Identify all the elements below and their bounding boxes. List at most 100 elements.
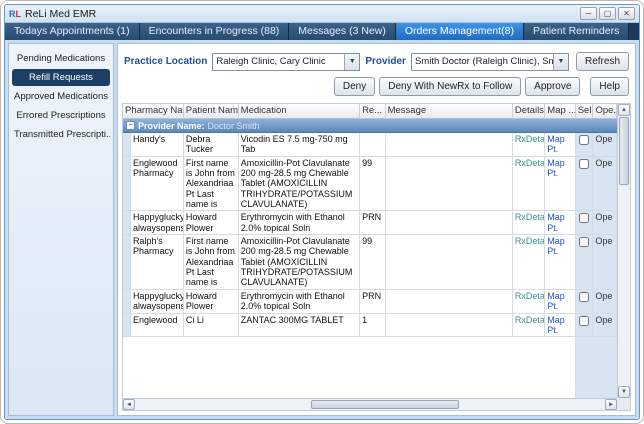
select-checkbox[interactable] bbox=[579, 315, 590, 326]
row-indent bbox=[123, 289, 131, 314]
help-button[interactable]: Help bbox=[590, 77, 629, 96]
cell-medication: Amoxicillin-Pot Clavulanate 200 mg-28.5 … bbox=[238, 156, 361, 212]
cell-pharmacy: Handy's bbox=[130, 133, 184, 157]
window-controls: ─ ▢ ✕ bbox=[580, 7, 635, 20]
select-checkbox[interactable] bbox=[579, 213, 590, 224]
table-row[interactable]: Englewood Ci Li ZANTAC 300MG TABLET 1 Rx… bbox=[123, 313, 617, 338]
cell-medication: Vicodin ES 7.5 mg-750 mg Tab bbox=[238, 133, 361, 157]
table-row[interactable]: Englewood Pharmacy First name is John fr… bbox=[123, 156, 617, 212]
sidebar: Pending Medications Refill Requests Appr… bbox=[8, 43, 114, 416]
open-link[interactable]: Ope bbox=[593, 313, 617, 338]
collapse-icon[interactable]: − bbox=[126, 121, 135, 130]
map-pt-link[interactable]: Map Pt. bbox=[545, 313, 576, 338]
tab-orders-management[interactable]: Orders Management(8) bbox=[395, 23, 524, 40]
column-header-map[interactable]: Map ... bbox=[545, 104, 576, 119]
scroll-up-icon[interactable]: ▲ bbox=[618, 104, 630, 116]
cell-select bbox=[575, 235, 594, 290]
select-checkbox[interactable] bbox=[579, 158, 590, 169]
cell-patient: First name is John from Alexandriaa Pt L… bbox=[183, 156, 239, 212]
scroll-right-icon[interactable]: ► bbox=[605, 399, 617, 410]
action-row: Deny Deny With NewRx to Follow Approve H… bbox=[124, 77, 629, 96]
row-indent bbox=[123, 211, 131, 236]
main-panel: Practice Location Raleigh Clinic, Cary C… bbox=[117, 43, 636, 416]
sidebar-item-refill-requests[interactable]: Refill Requests bbox=[12, 69, 110, 86]
vertical-scroll-thumb[interactable] bbox=[619, 117, 629, 185]
sidebar-item-pending-medications[interactable]: Pending Medications bbox=[12, 50, 110, 67]
column-header-medication[interactable]: Medication bbox=[238, 104, 361, 119]
horizontal-scroll-thumb[interactable] bbox=[310, 400, 459, 409]
open-link[interactable]: Ope bbox=[593, 156, 617, 212]
column-header-pharmacy-name[interactable]: Pharmacy Name bbox=[123, 104, 184, 119]
rxdetails-link[interactable]: RxDetails bbox=[512, 211, 546, 236]
tab-messages[interactable]: Messages (3 New) bbox=[289, 23, 396, 40]
screenshot-frame: RL ReLi Med EMR ─ ▢ ✕ Todays Appointment… bbox=[0, 0, 644, 424]
column-header-details[interactable]: Details bbox=[512, 104, 546, 119]
cell-patient: Howard Plower bbox=[183, 289, 239, 314]
column-header-sel[interactable]: Sel bbox=[575, 104, 594, 119]
scroll-down-icon[interactable]: ▼ bbox=[618, 386, 630, 398]
rxdetails-link[interactable]: RxDetails bbox=[512, 156, 546, 212]
table-row[interactable]: Happyglucky alwaysopens Howard Plower Er… bbox=[123, 211, 617, 236]
sidebar-item-errored-prescriptions[interactable]: Errored Prescriptions bbox=[12, 107, 110, 124]
open-link[interactable]: Ope bbox=[593, 289, 617, 314]
open-link[interactable]: Ope bbox=[593, 235, 617, 290]
cell-medication: Erythromycin with Ethanol 2.0% topical S… bbox=[238, 211, 361, 236]
cell-refills: 1 bbox=[360, 313, 386, 338]
rxdetails-link[interactable]: RxDetails bbox=[512, 235, 546, 290]
rxdetails-link[interactable]: RxDetails bbox=[512, 133, 546, 157]
map-pt-link[interactable]: Map Pt. bbox=[545, 235, 576, 290]
practice-location-select[interactable]: Raleigh Clinic, Cary Clinic ▼ bbox=[212, 52, 361, 71]
column-header-message[interactable]: Message bbox=[385, 104, 513, 119]
rxdetails-link[interactable]: RxDetails bbox=[512, 313, 546, 338]
horizontal-scrollbar[interactable]: ◄ ► bbox=[123, 398, 617, 410]
provider-group-row[interactable]: − Provider Name: Doctor Smith bbox=[123, 119, 617, 133]
table-row[interactable]: Happyglucky alwaysopens Howard Plower Er… bbox=[123, 289, 617, 314]
minimize-button[interactable]: ─ bbox=[580, 7, 597, 20]
tab-patient-reminders[interactable]: Patient Reminders bbox=[523, 23, 630, 40]
sidebar-item-transmitted-prescriptions[interactable]: Transmitted Prescripti... bbox=[12, 126, 110, 143]
map-pt-link[interactable]: Map Pt. bbox=[545, 156, 576, 212]
vertical-scrollbar[interactable]: ▲ ▼ bbox=[617, 104, 630, 398]
rxdetails-link[interactable]: RxDetails bbox=[512, 289, 546, 314]
open-link[interactable]: Ope bbox=[593, 133, 617, 157]
row-indent bbox=[123, 156, 131, 212]
chevron-down-icon[interactable]: ▼ bbox=[552, 53, 568, 70]
open-link[interactable]: Ope bbox=[593, 211, 617, 236]
cell-refills: PRN bbox=[360, 211, 386, 236]
deny-with-newrx-button[interactable]: Deny With NewRx to Follow bbox=[379, 77, 522, 96]
column-header-patient-name[interactable]: Patient Name bbox=[183, 104, 239, 119]
chevron-down-icon[interactable]: ▼ bbox=[344, 53, 360, 70]
select-checkbox[interactable] bbox=[579, 291, 590, 302]
approve-button[interactable]: Approve bbox=[525, 77, 581, 96]
window-title: ReLi Med EMR bbox=[25, 7, 97, 20]
sidebar-item-approved-medications[interactable]: Approved Medications bbox=[12, 88, 110, 105]
table-row[interactable]: Handy's Debra Tucker Vicodin ES 7.5 mg-7… bbox=[123, 133, 617, 157]
cell-select bbox=[575, 133, 594, 157]
cell-pharmacy: Englewood Pharmacy bbox=[130, 156, 184, 212]
map-pt-link[interactable]: Map Pt. bbox=[545, 133, 576, 157]
cell-select bbox=[575, 156, 594, 212]
map-pt-link[interactable]: Map Pt. bbox=[545, 211, 576, 236]
deny-button[interactable]: Deny bbox=[333, 77, 376, 96]
refill-requests-grid: Pharmacy Name Patient Name Medication Re… bbox=[122, 103, 631, 411]
tab-todays-appointments[interactable]: Todays Appointments (1) bbox=[5, 23, 140, 40]
cell-refills: 99 bbox=[360, 235, 386, 290]
filter-row: Practice Location Raleigh Clinic, Cary C… bbox=[124, 52, 629, 71]
tab-encounters-in-progress[interactable]: Encounters in Progress (88) bbox=[139, 23, 290, 40]
maximize-button[interactable]: ▢ bbox=[599, 7, 616, 20]
refresh-button[interactable]: Refresh bbox=[575, 52, 629, 71]
provider-select[interactable]: Smith Doctor (Raleigh Clinic), Smith Do.… bbox=[410, 52, 569, 71]
select-checkbox[interactable] bbox=[579, 237, 590, 248]
column-header-open[interactable]: Ope... bbox=[593, 104, 617, 119]
app-window: RL ReLi Med EMR ─ ▢ ✕ Todays Appointment… bbox=[4, 4, 640, 420]
select-checkbox[interactable] bbox=[579, 135, 590, 145]
table-row[interactable]: Ralph's Pharmacy First name is John from… bbox=[123, 235, 617, 290]
map-pt-link[interactable]: Map Pt. bbox=[545, 289, 576, 314]
provider-label: Provider bbox=[365, 56, 406, 67]
scroll-left-icon[interactable]: ◄ bbox=[123, 399, 135, 410]
row-indent bbox=[123, 133, 131, 157]
close-button[interactable]: ✕ bbox=[618, 7, 635, 20]
cell-message bbox=[385, 313, 513, 338]
column-header-refills[interactable]: Re... bbox=[360, 104, 386, 119]
cell-message bbox=[385, 133, 513, 157]
